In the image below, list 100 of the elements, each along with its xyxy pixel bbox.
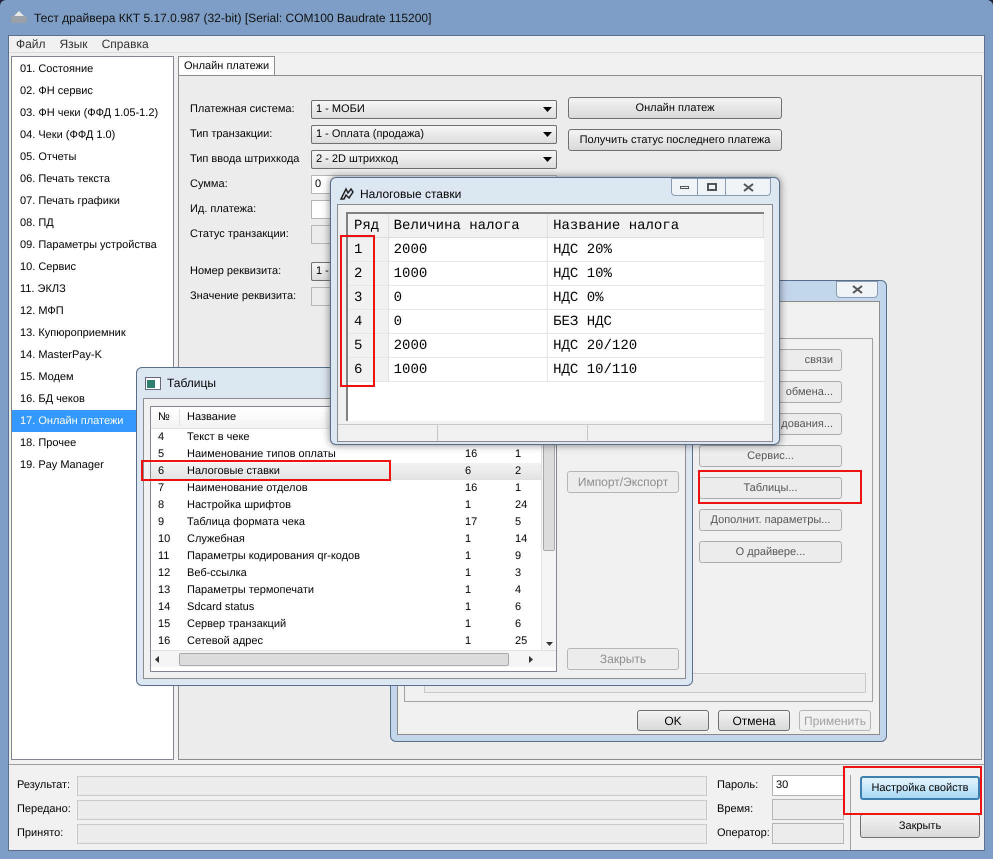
close-button[interactable]: [836, 281, 878, 298]
sidebar-item[interactable]: 05. Отчеты: [12, 146, 173, 168]
printer-icon: [10, 10, 28, 24]
status-label: Результат:: [17, 778, 72, 794]
table-row[interactable]: 5 Наименование типов оплаты 16 1: [151, 446, 541, 463]
table-cell: 2000: [388, 238, 548, 261]
table-row[interactable]: 15 Сервер транзакций 1 6: [151, 616, 541, 633]
field-label: Значение реквизита:: [190, 289, 298, 304]
table-cell-text: НДС 0%: [552, 289, 605, 308]
column-header: Величина налога: [388, 214, 548, 237]
sidebar-item[interactable]: 04. Чеки (ФФД 1.0): [12, 124, 173, 146]
dialog-button[interactable]: Отмена: [718, 710, 790, 731]
column-header[interactable]: Название: [180, 409, 236, 426]
sidebar-item[interactable]: 12. МФП: [12, 300, 173, 322]
dropdown[interactable]: 1 - Оплата (продажа): [311, 125, 557, 144]
status-label: Принято:: [17, 826, 64, 842]
column-header: Ряд: [348, 214, 389, 237]
maximize-button[interactable]: [698, 178, 725, 196]
table-cell: 1000: [388, 262, 548, 285]
action-button[interactable]: Получить статус последнего платежа: [568, 129, 782, 151]
table-cell-text: НДС 20%: [552, 241, 613, 260]
table-cell: 1000: [388, 358, 548, 381]
sidebar-item[interactable]: 06. Печать текста: [12, 168, 173, 190]
table-row[interactable]: 6 Налоговые ставки 6 2: [151, 463, 541, 480]
field-label: Статус транзакции:: [190, 227, 290, 242]
scroll-right-arrow-icon[interactable]: [529, 656, 533, 662]
dialog-title: Налоговые ставки: [360, 186, 462, 203]
action-button[interactable]: Онлайн платеж: [568, 97, 782, 119]
dropdown[interactable]: 1 - МОБИ: [311, 100, 557, 119]
settings-button[interactable]: Дополнит. параметры...: [699, 509, 842, 531]
table-cell: 6: [348, 358, 389, 381]
table-cell: 0: [388, 286, 548, 309]
column-header[interactable]: №: [151, 409, 180, 426]
table-row[interactable]: 14 Sdcard status 1 6: [151, 599, 541, 616]
table-cell: 3: [348, 286, 389, 309]
status-label: Передано:: [17, 802, 72, 818]
scroll-down-arrow-icon[interactable]: [546, 642, 552, 646]
minimize-button[interactable]: [671, 178, 698, 196]
table-row[interactable]: 13 Параметры термопечати 1 4: [151, 582, 541, 599]
scroll-left-arrow-icon[interactable]: [155, 656, 159, 662]
sidebar-item[interactable]: 13. Купюроприемник: [12, 322, 173, 344]
status-label: Пароль:: [717, 778, 760, 794]
dropdown-arrow-icon: [543, 132, 552, 137]
settings-button[interactable]: Сервис...: [699, 445, 842, 467]
sidebar-item[interactable]: 14. MasterPay-K: [12, 344, 173, 366]
sidebar-item[interactable]: 09. Параметры устройства: [12, 234, 173, 256]
sidebar-item[interactable]: 03. ФН чеки (ФФД 1.05-1.2): [12, 102, 173, 124]
dialog-button[interactable]: Закрыть: [860, 814, 980, 838]
sidebar-item[interactable]: 02. ФН сервис: [12, 80, 173, 102]
sidebar-item[interactable]: 01. Состояние: [12, 58, 173, 80]
table-cell: 0: [388, 310, 548, 333]
menu-item[interactable]: Файл: [16, 35, 46, 53]
table-cell: 2: [348, 262, 389, 285]
horizontal-scrollbar[interactable]: [151, 650, 556, 667]
menu-item[interactable]: Справка: [102, 35, 149, 53]
close-button[interactable]: [725, 178, 771, 196]
table-cell: 5: [348, 334, 389, 357]
field-label: Сумма:: [190, 177, 229, 192]
field-label: Тип ввода штрихкода: [190, 152, 300, 168]
field-label: Тип транзакции:: [190, 127, 274, 142]
table-cell: 2000: [388, 334, 548, 357]
table-row[interactable]: 7 Наименование отделов 16 1: [151, 480, 541, 497]
window-title: Тест драйвера ККТ 5.17.0.987 (32-bit) [Serial: COM100 Baudrate 115200]: [34, 10, 432, 26]
table-cell-text: БЕЗ НДС: [552, 313, 613, 332]
settings-button[interactable]: Таблицы...: [699, 477, 842, 499]
sidebar-item[interactable]: 07. Печать графики: [12, 190, 173, 212]
table-row[interactable]: 16 Сетевой адрес 1 25: [151, 633, 541, 650]
dialog-button[interactable]: OK: [637, 710, 709, 731]
close-icon: [742, 182, 754, 192]
sidebar-item[interactable]: 11. ЭКЛЗ: [12, 278, 173, 300]
table-row[interactable]: 9 Таблица формата чека 17 5: [151, 514, 541, 531]
settings-button[interactable]: О драйвере...: [699, 541, 842, 563]
sidebar-item[interactable]: 10. Сервис: [12, 256, 173, 278]
dialog-button[interactable]: Настройка свойств: [860, 776, 980, 800]
field-label: Ид. платежа:: [190, 202, 258, 218]
column-header: Название налога: [548, 214, 764, 237]
dropdown-arrow-icon: [543, 107, 552, 112]
field-label: Номер реквизита:: [190, 264, 282, 280]
table-cell: 1: [348, 238, 389, 261]
table-row[interactable]: 12 Веб-ссылка 1 3: [151, 565, 541, 582]
table-row[interactable]: 10 Служебная 1 14: [151, 531, 541, 548]
close-icon: [852, 285, 862, 294]
sidebar-item[interactable]: 08. ПД: [12, 212, 173, 234]
table-cell-text: НДС 10/110: [552, 361, 638, 380]
status-label: Оператор:: [717, 826, 771, 842]
table-cell: 4: [348, 310, 389, 333]
table-row[interactable]: 11 Параметры кодирования qr-кодов 1 9: [151, 548, 541, 565]
dialog-title: Таблицы: [167, 375, 216, 392]
dropdown[interactable]: 2 - 2D штрихкод: [311, 150, 557, 169]
table-cell-text: НДС 20/120: [552, 337, 638, 356]
table-window-icon: [145, 376, 161, 390]
menu-item[interactable]: Язык: [60, 35, 88, 53]
input-field[interactable]: 30: [772, 775, 844, 796]
tab[interactable]: Онлайн платежи: [178, 56, 276, 75]
table-row[interactable]: 8 Настройка шрифтов 1 24: [151, 497, 541, 514]
field-label: Платежная система:: [190, 102, 296, 118]
scribble-icon: [339, 187, 355, 201]
status-label: Время:: [717, 802, 754, 818]
dropdown-arrow-icon: [543, 157, 552, 162]
table-cell-text: НДС 10%: [552, 265, 613, 284]
